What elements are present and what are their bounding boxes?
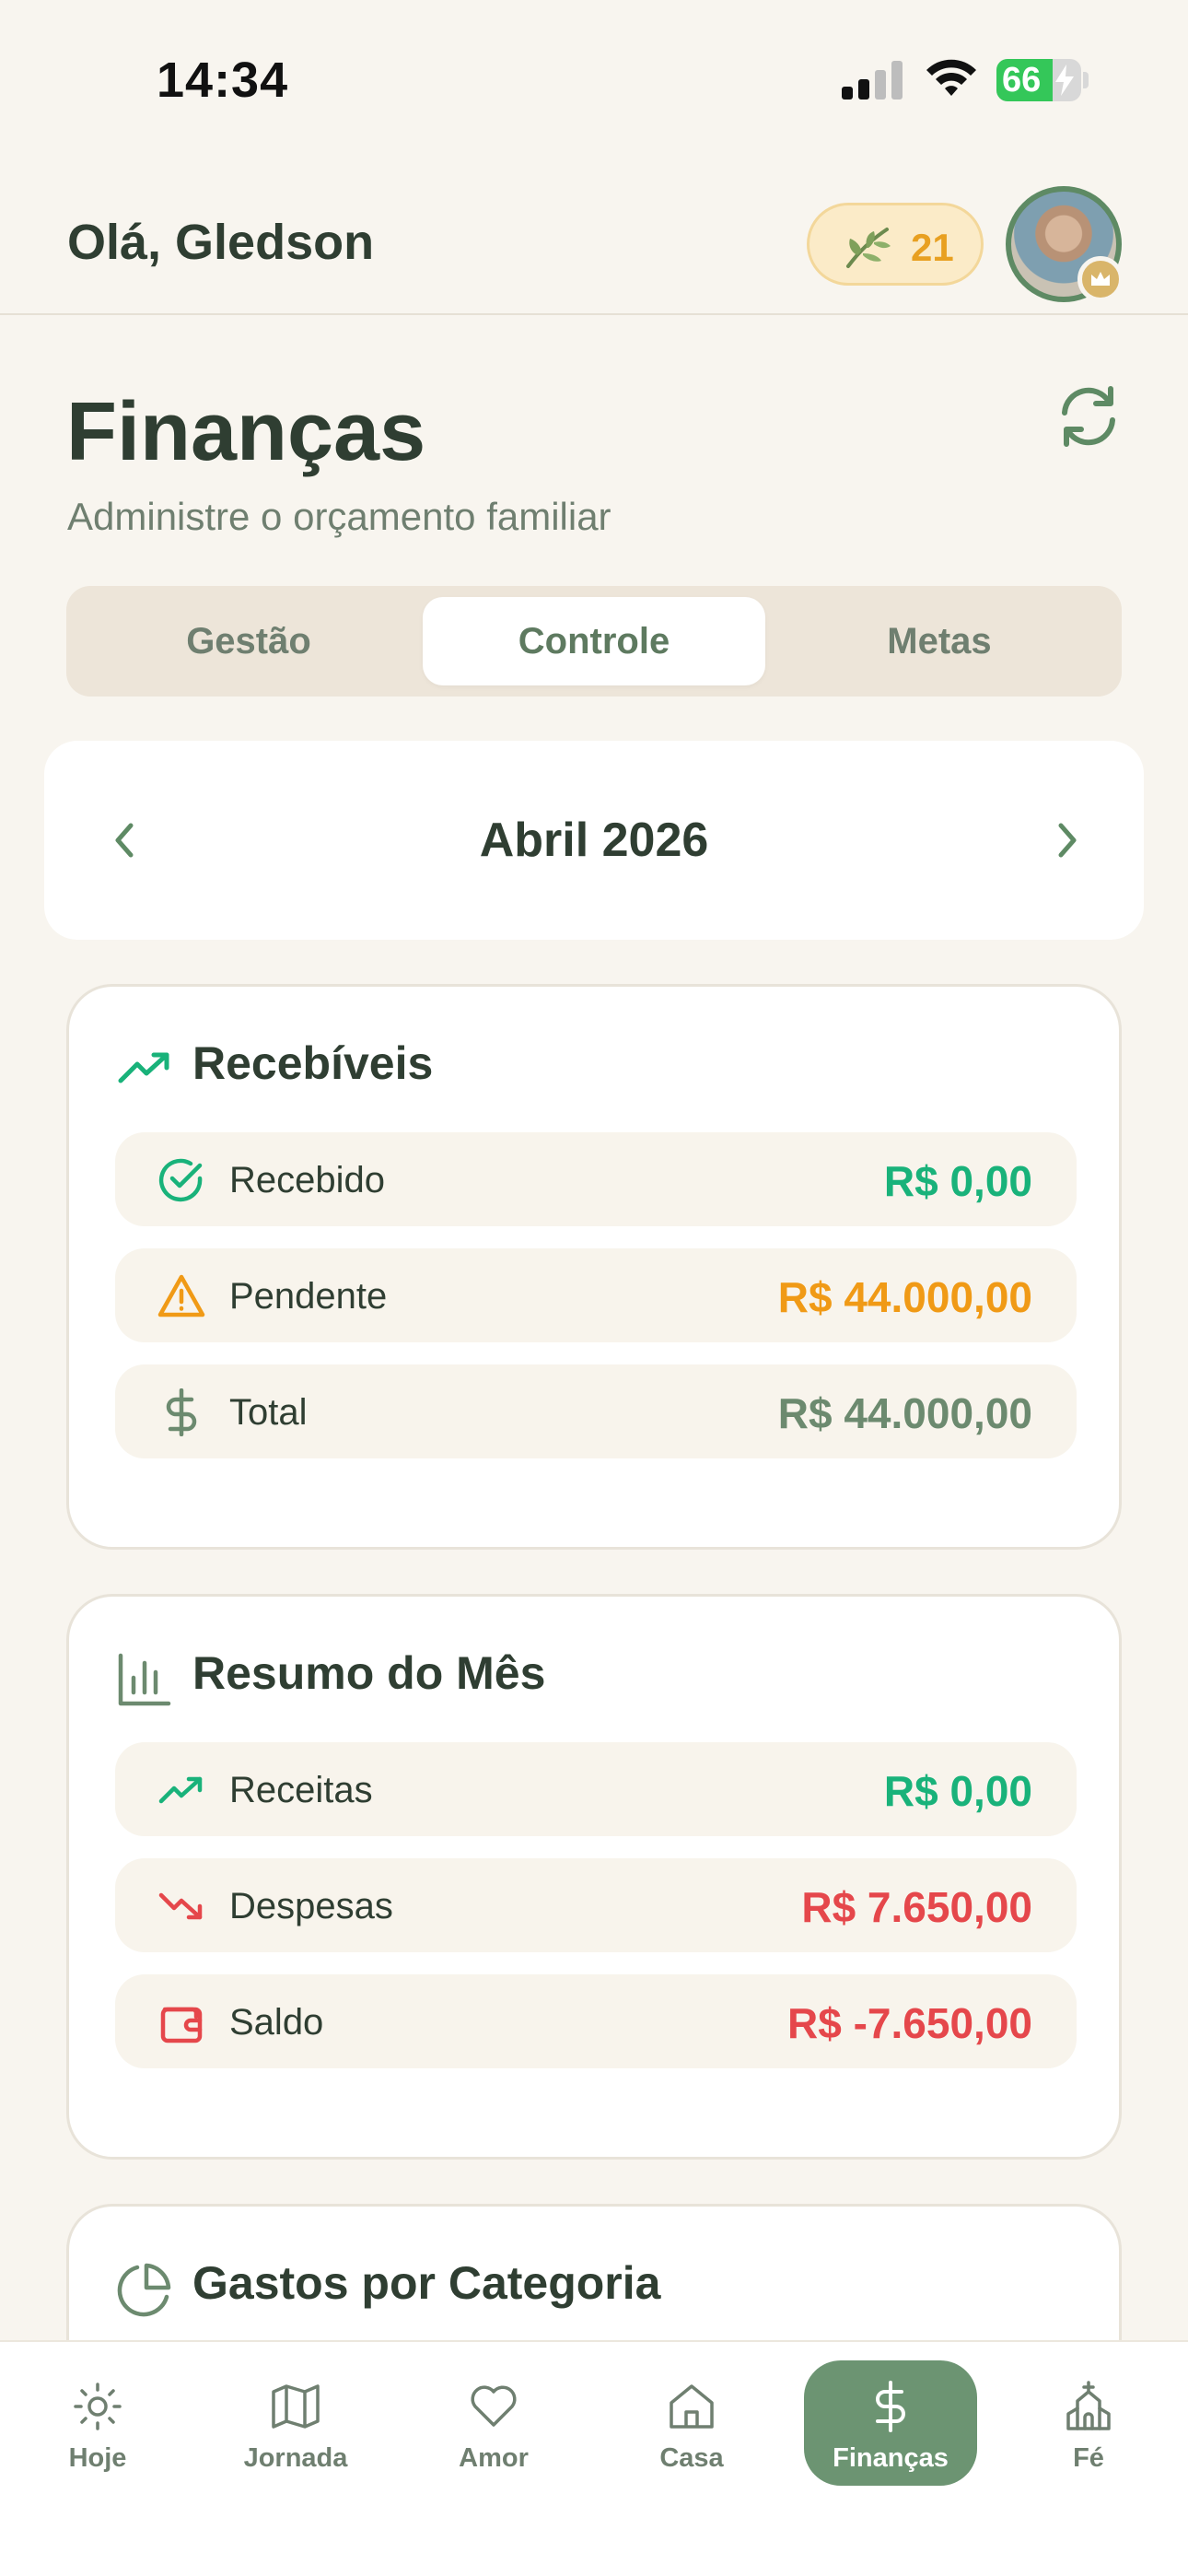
leaf-icon <box>846 228 891 268</box>
cellular-signal-icon <box>842 61 903 100</box>
crown-icon <box>1091 272 1110 286</box>
month-selector: Abril 2026 <box>44 741 1144 940</box>
nav-label: Hoje <box>68 2443 127 2473</box>
row-label: Total <box>229 1392 308 1433</box>
row-value: R$ 7.650,00 <box>801 1883 1032 1931</box>
month-summary-title: Resumo do Mês <box>192 1647 546 1699</box>
tab-gestao[interactable]: Gestão <box>77 597 420 685</box>
nav-item-hoje[interactable]: Hoje <box>11 2360 184 2486</box>
finance-tabs: Gestão Controle Metas <box>66 586 1122 697</box>
map-icon <box>272 2384 320 2429</box>
nav-label: Casa <box>659 2443 724 2473</box>
tab-controle[interactable]: Controle <box>423 597 765 685</box>
row-label: Recebido <box>229 1160 386 1200</box>
wallet-icon <box>160 2007 203 2043</box>
nav-label: Jornada <box>243 2443 348 2473</box>
bottom-nav: Hoje Jornada Amor Casa Finanças Fé <box>0 2340 1188 2576</box>
row-value: R$ 44.000,00 <box>777 1273 1032 1321</box>
row-label: Pendente <box>229 1276 388 1317</box>
status-time: 14:34 <box>157 53 289 108</box>
church-icon <box>1066 2381 1111 2430</box>
category-spending-title: Gastos por Categoria <box>192 2257 661 2309</box>
receivables-card: Recebíveis Recebido R$ 0,00 Pendente R$ … <box>66 984 1122 1550</box>
receivables-row-pendente: Pendente R$ 44.000,00 <box>115 1248 1077 1342</box>
chevron-right-icon[interactable] <box>1044 818 1089 862</box>
points-value: 21 <box>911 226 954 269</box>
status-bar: 14:34 66 <box>0 0 1188 157</box>
month-summary-card: Resumo do Mês Receitas R$ 0,00 Despesas … <box>66 1594 1122 2160</box>
summary-row-receitas: Receitas R$ 0,00 <box>115 1742 1077 1836</box>
heart-icon <box>471 2385 517 2427</box>
warning-triangle-icon <box>157 1274 205 1317</box>
month-label: Abril 2026 <box>479 814 709 867</box>
page-subtitle: Administre o orçamento familiar <box>67 495 611 538</box>
dollar-icon <box>166 1388 197 1436</box>
nav-item-casa[interactable]: Casa <box>605 2360 778 2486</box>
trending-up-icon <box>118 1052 169 1083</box>
pie-chart-icon <box>117 2263 171 2317</box>
home-icon <box>670 2384 714 2429</box>
nav-label: Amor <box>459 2443 529 2473</box>
charging-bolt-icon <box>1055 64 1074 96</box>
dollar-icon <box>876 2381 905 2432</box>
app-header: Olá, Gledson 21 <box>0 157 1188 315</box>
nav-label: Finanças <box>833 2443 949 2473</box>
premium-badge <box>1077 256 1124 302</box>
nav-item-jornada[interactable]: Jornada <box>209 2360 382 2486</box>
row-value: R$ 0,00 <box>883 1767 1032 1815</box>
receivables-row-recebido: Recebido R$ 0,00 <box>115 1132 1077 1226</box>
check-circle-icon <box>158 1158 203 1202</box>
sun-icon <box>74 2383 122 2430</box>
nav-item-amor[interactable]: Amor <box>407 2360 580 2486</box>
nav-label: Fé <box>1073 2443 1104 2473</box>
nav-item-financas[interactable]: Finanças <box>804 2360 977 2486</box>
tab-metas[interactable]: Metas <box>768 597 1111 685</box>
nav-item-fe[interactable]: Fé <box>1002 2360 1175 2486</box>
receivables-row-total: Total R$ 44.000,00 <box>115 1364 1077 1458</box>
points-badge[interactable]: 21 <box>807 203 984 286</box>
row-label: Receitas <box>229 1770 373 1810</box>
summary-row-saldo: Saldo R$ -7.650,00 <box>115 1974 1077 2068</box>
battery-cap <box>1083 72 1089 88</box>
row-value: R$ 44.000,00 <box>777 1389 1032 1437</box>
trending-down-icon <box>158 1892 203 1920</box>
receivables-title: Recebíveis <box>192 1037 434 1089</box>
trending-up-icon <box>158 1776 203 1804</box>
bar-chart-icon <box>118 1653 171 1706</box>
row-label: Despesas <box>229 1886 393 1926</box>
refresh-icon[interactable] <box>1055 383 1122 450</box>
summary-row-despesas: Despesas R$ 7.650,00 <box>115 1858 1077 1952</box>
row-value: R$ -7.650,00 <box>787 1999 1032 2047</box>
row-value: R$ 0,00 <box>883 1157 1032 1205</box>
battery-indicator: 66 <box>996 59 1081 101</box>
battery-level: 66 <box>1002 61 1042 100</box>
greeting: Olá, Gledson <box>67 215 375 270</box>
row-label: Saldo <box>229 2002 324 2043</box>
page-title: Finanças <box>66 386 426 478</box>
wifi-icon <box>926 59 976 96</box>
